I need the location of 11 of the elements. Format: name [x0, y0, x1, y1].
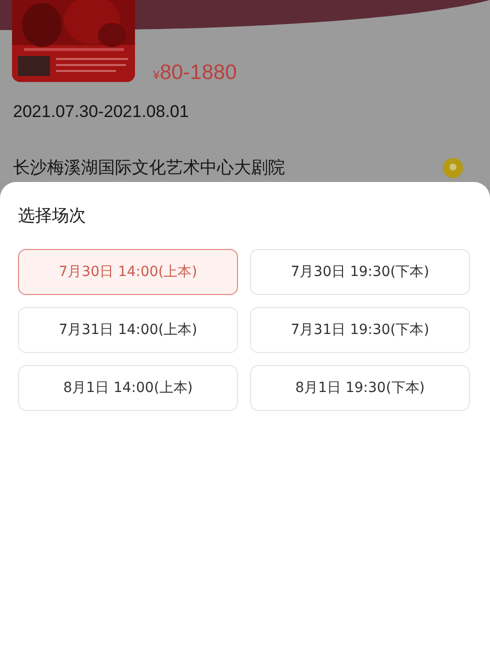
- session-option[interactable]: 7月30日 19:30(下本): [250, 249, 470, 295]
- venue-name: 长沙梅溪湖国际文化艺术中心大剧院: [13, 157, 285, 179]
- event-dates: 2021.07.30-2021.08.01: [12, 101, 190, 122]
- session-option[interactable]: 8月1日 19:30(下本): [250, 365, 470, 411]
- session-option[interactable]: 7月30日 14:00(上本): [18, 249, 238, 295]
- sheet-title: 选择场次: [18, 205, 87, 227]
- session-option[interactable]: 7月31日 19:30(下本): [250, 307, 470, 353]
- session-option[interactable]: 7月31日 14:00(上本): [18, 307, 238, 353]
- price-range: ¥80-1880: [153, 61, 237, 85]
- location-icon[interactable]: [442, 156, 464, 178]
- session-option[interactable]: 8月1日 14:00(上本): [18, 365, 238, 411]
